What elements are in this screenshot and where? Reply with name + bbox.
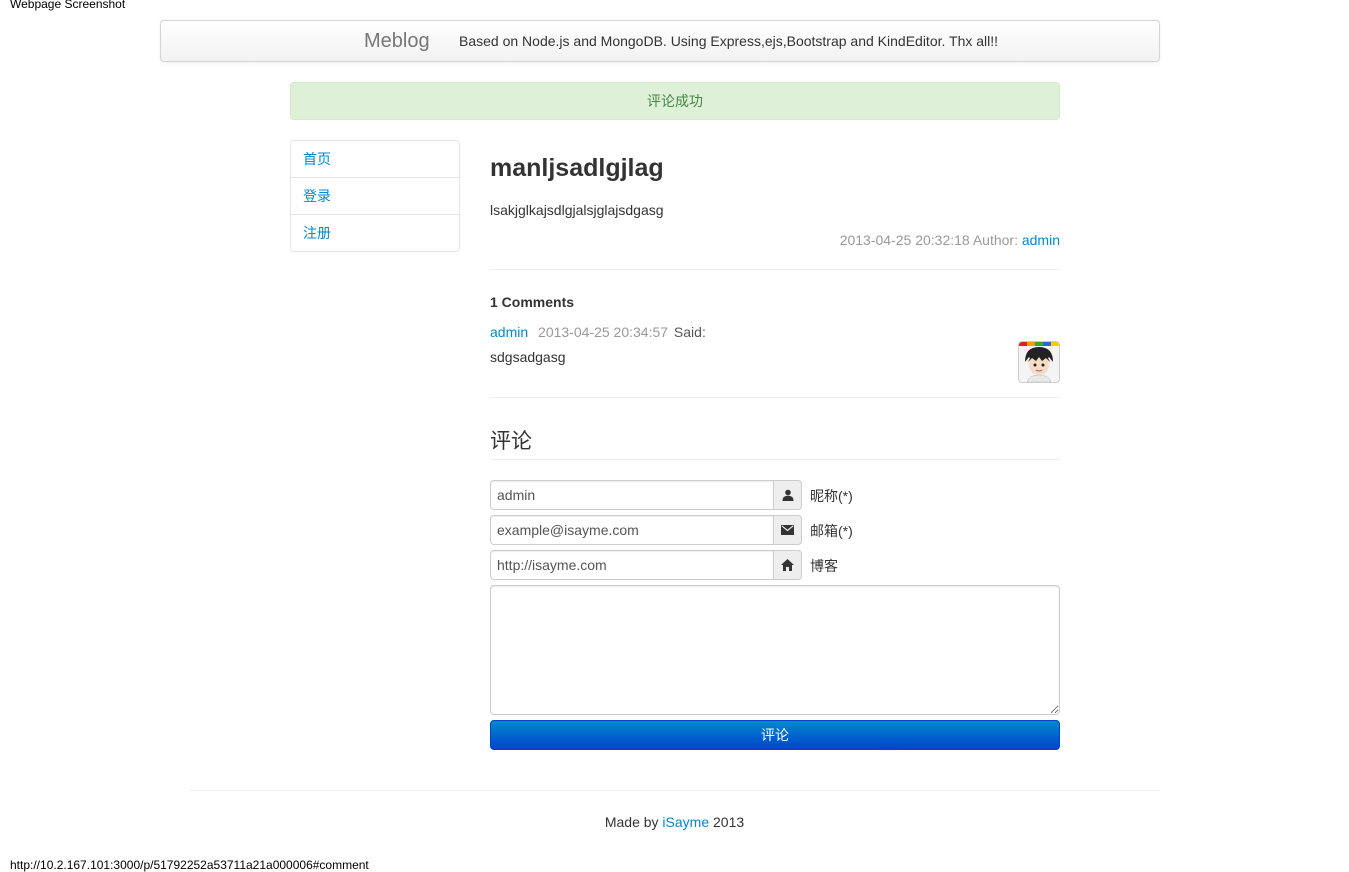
comment-author-link[interactable]: admin xyxy=(490,324,528,340)
footer: Made by iSayme 2013 xyxy=(0,814,1349,830)
comment-form-title: 评论 xyxy=(490,430,532,453)
navbar-description: Based on Node.js and MongoDB. Using Expr… xyxy=(459,33,999,49)
status-bar-url: http://10.2.167.101:3000/p/51792252a5371… xyxy=(10,858,369,872)
sidebar-item-home[interactable]: 首页 xyxy=(291,141,459,177)
divider xyxy=(490,459,1060,460)
post-timestamp: 2013-04-25 20:32:18 xyxy=(839,232,970,248)
comments-count: 1 Comments xyxy=(490,294,575,310)
divider xyxy=(490,397,1060,398)
user-icon xyxy=(773,480,802,510)
sidebar-item-register[interactable]: 注册 xyxy=(291,214,459,251)
comment-time: 2013-04-25 20:34:57 xyxy=(538,324,669,340)
sidebar-item-login[interactable]: 登录 xyxy=(291,177,459,214)
footer-prefix: Made by xyxy=(604,814,659,830)
comment-said-label: Said: xyxy=(673,324,706,340)
email-label: 邮箱(*) xyxy=(810,523,853,539)
footer-year: 2013 xyxy=(713,814,745,830)
email-row: 邮箱(*) xyxy=(490,515,1060,545)
sidebar-nav: 首页 登录 注册 xyxy=(290,140,460,252)
success-alert: 评论成功 xyxy=(290,82,1060,120)
top-navbar: Meblog Based on Node.js and MongoDB. Usi… xyxy=(160,20,1160,62)
post-author-link[interactable]: admin xyxy=(1022,232,1060,248)
comment-header: admin 2013-04-25 20:34:57 Said: xyxy=(490,324,706,340)
blog-label: 博客 xyxy=(810,558,838,574)
post-meta: 2013-04-25 20:32:18 Author: admin xyxy=(840,232,1060,248)
blog-row: 博客 xyxy=(490,550,1060,580)
email-input[interactable] xyxy=(490,515,774,545)
post-author-label: Author: xyxy=(972,232,1018,248)
nickname-row: 昵称(*) xyxy=(490,480,1060,510)
user-avatar-icon xyxy=(1018,341,1060,383)
screenshot-caption: Webpage Screenshot xyxy=(10,0,126,11)
footer-author-link[interactable]: iSayme xyxy=(662,814,709,830)
nickname-input[interactable] xyxy=(490,480,774,510)
submit-comment-button[interactable]: 评论 xyxy=(490,720,1060,750)
envelope-icon xyxy=(773,515,802,545)
blog-input[interactable] xyxy=(490,550,774,580)
brand-link[interactable]: Meblog xyxy=(364,30,430,53)
comment-textarea[interactable] xyxy=(490,585,1060,715)
post-body: lsakjglkajsdlgjalsjglajsdgasg xyxy=(490,202,664,218)
footer-divider xyxy=(190,790,1160,791)
nickname-label: 昵称(*) xyxy=(810,488,853,504)
home-icon xyxy=(773,550,802,580)
comment-text: sdgsadgasg xyxy=(490,349,566,365)
divider xyxy=(490,269,1060,270)
post-title: manljsadlgjlag xyxy=(490,154,664,182)
